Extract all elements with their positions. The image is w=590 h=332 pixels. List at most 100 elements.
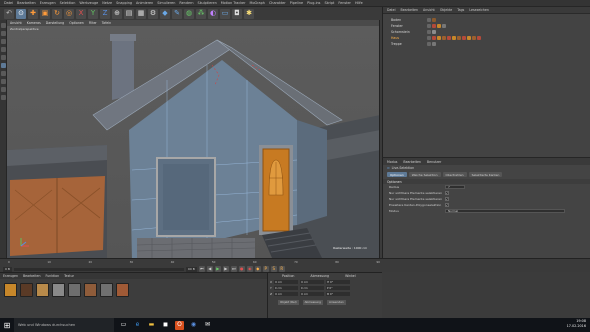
visibility-tag-icon[interactable]: [427, 18, 431, 22]
menu-item[interactable]: Werkzeuge: [79, 1, 98, 5]
visibility-tag-icon[interactable]: [427, 30, 431, 34]
tab-surface[interactable]: Obertrahlen: [442, 172, 467, 177]
objmenu-item[interactable]: Tags: [457, 8, 464, 12]
position-field[interactable]: 0 cm: [273, 286, 298, 290]
x-axis-icon[interactable]: X: [76, 8, 86, 19]
axis-mode-icon[interactable]: [0, 71, 6, 76]
light-icon[interactable]: ✱: [244, 8, 254, 19]
angle-field[interactable]: P 0°: [325, 286, 350, 290]
store-icon[interactable]: ◼: [161, 321, 170, 330]
edges-mode-icon[interactable]: [0, 55, 6, 60]
coord-mode-select[interactable]: Objekt (Rel): [278, 299, 299, 305]
subdivision-icon[interactable]: ◍: [184, 8, 194, 19]
model-mode-icon[interactable]: [0, 23, 6, 28]
texture-mode-icon[interactable]: [0, 31, 6, 36]
menu-item[interactable]: Bearbeiten: [17, 1, 36, 5]
end-frame-field[interactable]: 90 B: [185, 266, 197, 272]
frame-range-slider[interactable]: [13, 267, 184, 271]
rotate-icon[interactable]: ↻: [52, 8, 62, 19]
menu-item[interactable]: Skript: [324, 1, 334, 5]
pen-icon[interactable]: ✎: [172, 8, 182, 19]
render-settings-icon[interactable]: ⚙: [148, 8, 158, 19]
checkbox[interactable]: ✓: [445, 191, 449, 195]
snap-icon[interactable]: [0, 87, 6, 92]
array-icon[interactable]: ⁂: [196, 8, 206, 19]
objmenu-item[interactable]: Bearbeiten: [401, 8, 419, 12]
material-tag-icon[interactable]: [442, 36, 446, 40]
matmenu-item[interactable]: Bearbeiten: [23, 274, 41, 278]
z-axis-icon[interactable]: Z: [100, 8, 110, 19]
menu-item[interactable]: Skulptieren: [198, 1, 217, 5]
render-view-icon[interactable]: ▤: [124, 8, 134, 19]
tweak-mode-icon[interactable]: [0, 79, 6, 84]
objmenu-item[interactable]: Objekte: [440, 8, 452, 12]
menu-item[interactable]: Datei: [4, 1, 13, 5]
matmenu-item[interactable]: Erzeugen: [3, 274, 18, 278]
coordinate-system-icon[interactable]: ⊕: [112, 8, 122, 19]
cinema4d-icon[interactable]: ◉: [189, 321, 198, 330]
material-tag-icon[interactable]: [457, 36, 461, 40]
material-swatch[interactable]: [52, 283, 65, 297]
checkbox[interactable]: ✓: [445, 203, 449, 207]
menu-item[interactable]: Netze: [102, 1, 112, 5]
menu-item[interactable]: Snapping: [116, 1, 132, 5]
visibility-tag-icon[interactable]: [427, 24, 431, 28]
recent-tool-icon[interactable]: ◎: [64, 8, 74, 19]
mail-icon[interactable]: ✉: [203, 321, 212, 330]
material-tag-icon[interactable]: [477, 36, 481, 40]
menu-item[interactable]: Rendern: [179, 1, 193, 5]
size-field[interactable]: 0 cm: [300, 292, 325, 296]
size-field[interactable]: 0 cm: [299, 286, 324, 290]
edge-browser-icon[interactable]: e: [133, 321, 142, 330]
menu-item[interactable]: Plug-ins: [307, 1, 320, 5]
camera-icon[interactable]: ◘: [232, 8, 242, 19]
3d-viewport[interactable]: Ansicht Kameras Darstellung Optionen Fil…: [7, 20, 380, 258]
menu-item[interactable]: Erzeugen: [40, 1, 56, 5]
menu-item[interactable]: Fenster: [338, 1, 351, 5]
objmenu-item[interactable]: Ansicht: [423, 8, 435, 12]
tab-options[interactable]: Optionen: [387, 172, 407, 177]
office-icon[interactable]: O: [175, 320, 184, 330]
workplane-icon[interactable]: [0, 39, 6, 44]
y-axis-icon[interactable]: Y: [88, 8, 98, 19]
file-explorer-icon[interactable]: ▬: [147, 321, 156, 330]
material-tag-icon[interactable]: [432, 18, 436, 22]
menu-item[interactable]: Charakter: [269, 1, 286, 5]
material-tag-icon[interactable]: [432, 30, 436, 34]
viewport-menu-item[interactable]: Kameras: [27, 21, 41, 25]
material-swatch[interactable]: [36, 283, 49, 297]
floor-icon[interactable]: ▭: [220, 8, 230, 19]
menu-item[interactable]: Pipeline: [290, 1, 303, 5]
material-tag-icon[interactable]: [437, 36, 441, 40]
matmenu-item[interactable]: Textur: [64, 274, 74, 278]
apply-button[interactable]: Anwenden: [326, 299, 346, 305]
viewport-menu-item[interactable]: Tafeln: [102, 21, 111, 25]
material-tag-icon[interactable]: [467, 36, 471, 40]
material-tag-icon[interactable]: [472, 36, 476, 40]
radius-input[interactable]: 7: [445, 185, 465, 189]
material-tag-icon[interactable]: [452, 36, 456, 40]
lock-workplane-icon[interactable]: [0, 95, 6, 100]
checkbox[interactable]: ✓: [445, 197, 449, 201]
start-frame-field[interactable]: 0 B: [3, 266, 12, 272]
angle-field[interactable]: B 0°: [326, 292, 351, 296]
polygons-mode-icon[interactable]: [0, 63, 6, 68]
points-mode-icon[interactable]: [0, 47, 6, 52]
menu-item[interactable]: Animieren: [136, 1, 153, 5]
material-swatch[interactable]: [100, 283, 113, 297]
tab-soft-selection[interactable]: Weiche Selektion: [408, 172, 441, 177]
material-tag-icon[interactable]: [432, 42, 436, 46]
material-tag-icon[interactable]: [462, 36, 466, 40]
material-tag-icon[interactable]: [447, 36, 451, 40]
material-tag-icon[interactable]: [432, 24, 436, 28]
menu-item[interactable]: Selektion: [60, 1, 76, 5]
taskbar-search[interactable]: Web und Windows durchsuchen: [14, 318, 114, 332]
viewport-menu-item[interactable]: Filter: [89, 21, 97, 25]
material-swatch[interactable]: [68, 283, 81, 297]
viewport-menu-item[interactable]: Darstellung: [46, 21, 64, 25]
position-field[interactable]: 0 cm: [274, 292, 299, 296]
task-view-icon[interactable]: ▭: [119, 321, 128, 330]
material-tag-icon[interactable]: [432, 36, 436, 40]
viewport-menu-item[interactable]: Optionen: [69, 21, 84, 25]
render-picture-viewer-icon[interactable]: ▦: [136, 8, 146, 19]
